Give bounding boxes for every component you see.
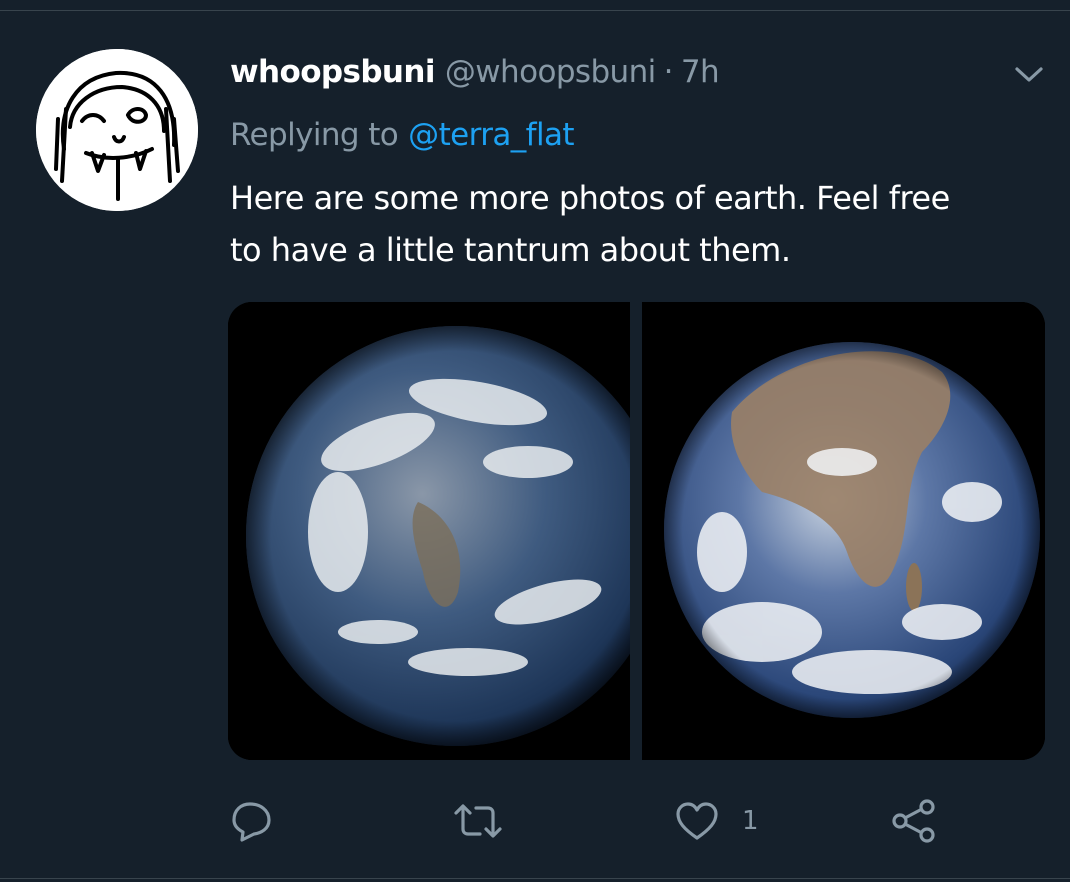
bottom-divider [0,878,1070,879]
tweet-text-line: to have a little tantrum about them. [230,231,791,269]
retweet-button[interactable] [452,790,504,852]
media-grid [228,302,1045,760]
replying-to: Replying to @terra_flat [230,113,575,157]
timestamp[interactable]: 7h [681,54,720,90]
comment-icon [232,802,271,842]
user-handle[interactable]: @whoopsbuni [445,54,656,90]
tweet-text-line: Here are some more photos of earth. Feel… [230,179,950,217]
tweet-text: Here are some more photos of earth. Feel… [230,172,1040,276]
replying-to-mention[interactable]: @terra_flat [408,117,574,153]
replying-to-label: Replying to [230,117,399,153]
share-icon [892,799,935,843]
top-divider [0,10,1070,11]
heart-icon [676,802,718,840]
tweet-actions: 1 [0,790,1070,852]
earth-americas-icon [228,302,630,760]
like-count: 1 [742,806,759,836]
avatar[interactable] [36,49,198,211]
chevron-down-icon [1015,67,1043,82]
display-name[interactable]: whoopsbuni [230,54,436,90]
photo-divider [630,302,642,760]
like-button[interactable]: 1 [674,790,759,852]
reply-button[interactable] [230,790,274,852]
avatar-drawing-icon [36,49,198,211]
retweet-icon [454,804,502,838]
earth-photo-2[interactable] [642,302,1045,760]
separator-dot: · [663,54,674,90]
share-button[interactable] [890,790,938,852]
more-options-button[interactable] [1012,60,1046,90]
earth-africa-icon [642,302,1045,760]
earth-photo-1[interactable] [228,302,630,760]
tweet-header: whoopsbuni @whoopsbuni · 7h [230,50,720,94]
